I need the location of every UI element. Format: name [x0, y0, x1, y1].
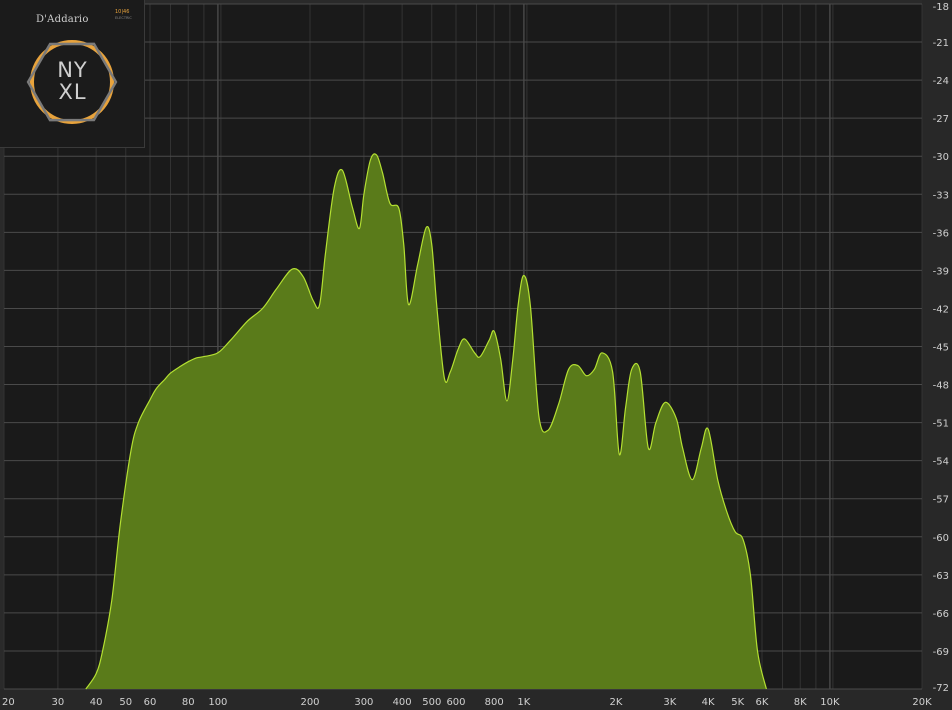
logo-word-xl: XL [58, 80, 87, 104]
x-tick-label: 2K [610, 697, 623, 708]
x-tick-label: 4K [702, 697, 715, 708]
y-tick-label: -45 [933, 343, 949, 354]
x-tick-label: 50 [119, 697, 132, 708]
y-tick-label: -54 [933, 457, 949, 468]
x-tick-label: 5K [731, 697, 744, 708]
y-tick-label: -57 [933, 495, 949, 506]
y-tick-label: -18 [933, 2, 949, 13]
x-tick-label: 30 [52, 697, 65, 708]
y-tick-label: -51 [933, 419, 949, 430]
x-tick-label: 200 [300, 697, 319, 708]
x-tick-label: 600 [446, 697, 465, 708]
y-tick-label: -27 [933, 114, 949, 125]
y-tick-label: -30 [933, 152, 949, 163]
y-tick-label: -72 [933, 683, 949, 694]
y-tick-label: -33 [933, 190, 949, 201]
x-tick-label: 500 [422, 697, 441, 708]
x-tick-label: 300 [354, 697, 373, 708]
x-tick-label: 60 [144, 697, 157, 708]
x-tick-label: 400 [393, 697, 412, 708]
x-tick-label: 3K [663, 697, 676, 708]
y-tick-label: -69 [933, 647, 949, 658]
x-tick-label: 20K [912, 697, 932, 708]
y-tick-label: -42 [933, 304, 949, 315]
y-tick-label: -48 [933, 381, 949, 392]
y-tick-label: -60 [933, 533, 949, 544]
x-tick-label: 8K [794, 697, 807, 708]
x-tick-label: 40 [90, 697, 103, 708]
y-tick-label: -24 [933, 76, 949, 87]
y-tick-label: -21 [933, 38, 949, 49]
x-tick-label: 800 [485, 697, 504, 708]
y-tick-label: -63 [933, 571, 949, 582]
y-tick-label: -66 [933, 609, 949, 620]
x-tick-label: 1K [517, 697, 530, 708]
y-tick-label: -39 [933, 266, 949, 277]
x-tick-label: 10K [820, 697, 840, 708]
y-tick-label: -36 [933, 228, 949, 239]
x-tick-label: 6K [756, 697, 769, 708]
x-tick-label: 100 [208, 697, 227, 708]
x-tick-label: 20 [2, 697, 15, 708]
x-tick-label: 80 [182, 697, 195, 708]
logo-word-ny: NY [57, 58, 88, 82]
nyxl-logo: D'Addario 10|46 ELECTRIC NY XL [0, 0, 145, 148]
